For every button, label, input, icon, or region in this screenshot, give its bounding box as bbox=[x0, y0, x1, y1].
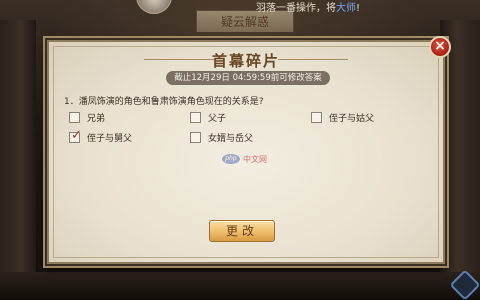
php-logo-icon: php bbox=[222, 154, 240, 164]
close-icon: × bbox=[434, 38, 446, 54]
notice-text: 羽落一番操作，将大师 bbox=[256, 3, 356, 14]
close-button[interactable]: × bbox=[429, 36, 451, 58]
checkmark-icon: ✓ bbox=[71, 127, 82, 143]
scene-floor bbox=[0, 272, 480, 300]
notice-highlight: 大师 bbox=[336, 3, 356, 14]
checkbox[interactable] bbox=[311, 111, 322, 123]
scrolling-notice: 羽落一番操作，将大师! bbox=[256, 2, 360, 16]
watermark-text: 中文网 bbox=[243, 154, 267, 164]
option-3[interactable]: 侄子与姑父 bbox=[311, 110, 374, 124]
checkbox[interactable] bbox=[190, 111, 201, 123]
notice-suffix: ! bbox=[356, 3, 361, 14]
option-2[interactable]: 父子 bbox=[190, 110, 226, 124]
scene-pillar-right bbox=[440, 20, 480, 300]
scene-pillar-left bbox=[0, 20, 36, 300]
change-answer-button[interactable]: 更改 bbox=[209, 220, 275, 242]
option-5[interactable]: 女婿与岳父 bbox=[190, 130, 253, 144]
option-label: 兄弟 bbox=[87, 113, 106, 124]
dialog-title: 首幕碎片 bbox=[211, 52, 280, 70]
option-label: 女婿与岳父 bbox=[208, 133, 254, 144]
option-label: 侄子与姑父 bbox=[329, 113, 375, 124]
option-label: 父子 bbox=[208, 113, 227, 124]
checkbox[interactable] bbox=[190, 131, 201, 143]
quiz-dialog: 首幕碎片 截止12月29日 04:59:59前可修改答案 × 1．潘凤饰演的角色… bbox=[47, 36, 451, 264]
question-text: 1．潘凤饰演的角色和鲁肃饰演角色现在的关系是? bbox=[64, 97, 264, 107]
option-1[interactable]: 兄弟 bbox=[69, 110, 105, 124]
option-label: 侄子与舅父 bbox=[87, 133, 133, 144]
checkbox[interactable] bbox=[69, 111, 80, 123]
watermark: php 中文网 bbox=[222, 153, 267, 165]
title-ornament-right bbox=[278, 59, 348, 60]
checkbox-checked[interactable]: ✓ bbox=[69, 127, 82, 143]
option-4[interactable]: ✓ 侄子与舅父 bbox=[69, 127, 133, 144]
deadline-badge: 截止12月29日 04:59:59前可修改答案 bbox=[166, 71, 330, 85]
